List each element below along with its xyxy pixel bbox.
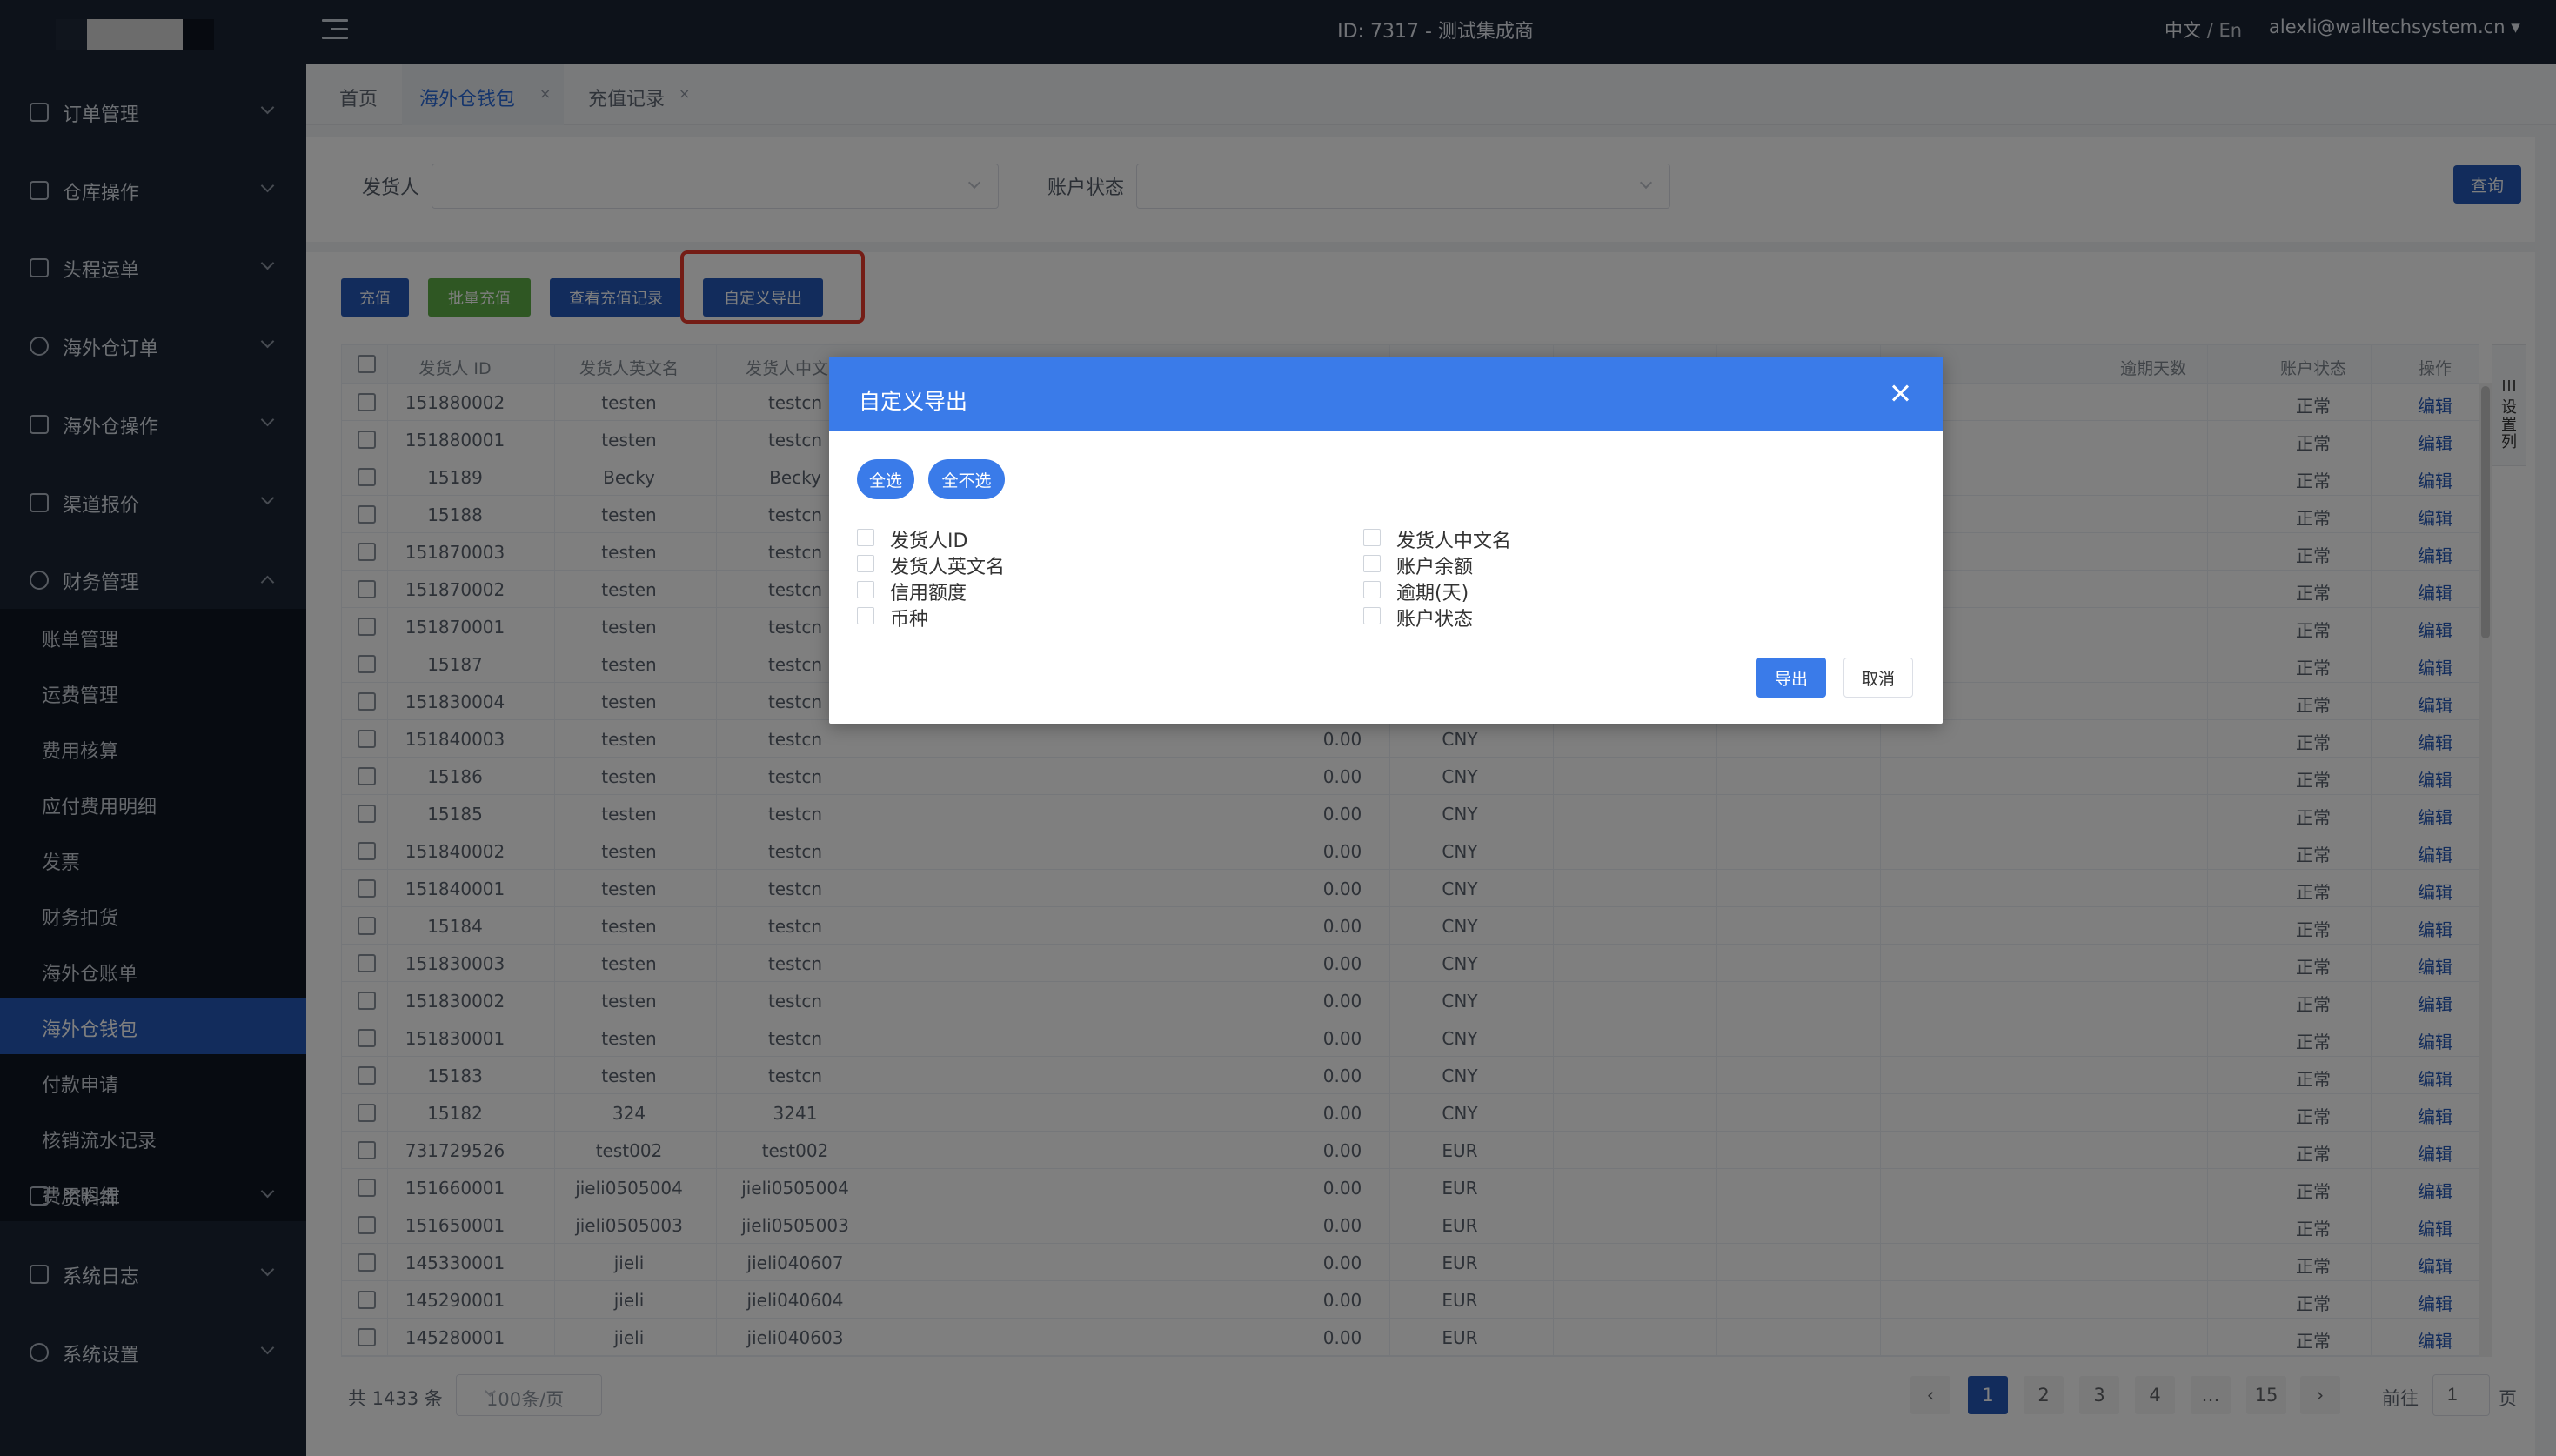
export-field-left-2[interactable]: 信用额度	[857, 578, 1118, 604]
modal-overlay[interactable]	[0, 0, 2556, 1456]
dialog-title: 自定义导出	[859, 389, 968, 414]
field-label: 发货人ID	[890, 531, 968, 552]
app-root: ID: 7317 - 测试集成商 中文 / En alexli@walltech…	[0, 0, 2556, 1456]
cancel-button[interactable]: 取消	[1843, 658, 1913, 698]
close-icon[interactable]	[1890, 383, 1911, 404]
export-field-left-1[interactable]: 发货人英文名	[857, 551, 1118, 578]
field-checkbox[interactable]	[1363, 529, 1381, 546]
export-field-left-3[interactable]: 币种	[857, 604, 1118, 631]
field-checkbox[interactable]	[1363, 607, 1381, 624]
field-checkbox[interactable]	[857, 529, 874, 546]
export-button[interactable]: 导出	[1756, 658, 1826, 698]
field-label: 账户余额	[1396, 557, 1474, 578]
export-field-right-3[interactable]: 账户状态	[1363, 604, 1624, 631]
export-field-right-0[interactable]: 发货人中文名	[1363, 525, 1624, 552]
dialog-header: 自定义导出	[829, 357, 1943, 431]
export-field-left-0[interactable]: 发货人ID	[857, 525, 1118, 552]
export-field-right-1[interactable]: 账户余额	[1363, 551, 1624, 578]
field-checkbox[interactable]	[857, 581, 874, 598]
select-all-button[interactable]: 全选	[857, 459, 914, 499]
field-label: 发货人中文名	[1396, 531, 1512, 552]
field-checkbox[interactable]	[1363, 581, 1381, 598]
field-label: 账户状态	[1396, 609, 1474, 631]
field-label: 币种	[890, 609, 929, 631]
export-field-right-2[interactable]: 逾期(天)	[1363, 578, 1624, 604]
field-checkbox[interactable]	[1363, 555, 1381, 572]
field-label: 发货人英文名	[890, 557, 1006, 578]
field-label: 信用额度	[890, 583, 967, 604]
field-checkbox[interactable]	[857, 555, 874, 572]
field-label: 逾期(天)	[1396, 583, 1469, 604]
field-checkbox[interactable]	[857, 607, 874, 624]
select-none-button[interactable]: 全不选	[928, 459, 1005, 499]
custom-export-dialog: 自定义导出 全选 全不选 导出 取消 发货人ID 发货人英文名 信用额度币种 发货人中…	[829, 357, 1943, 724]
